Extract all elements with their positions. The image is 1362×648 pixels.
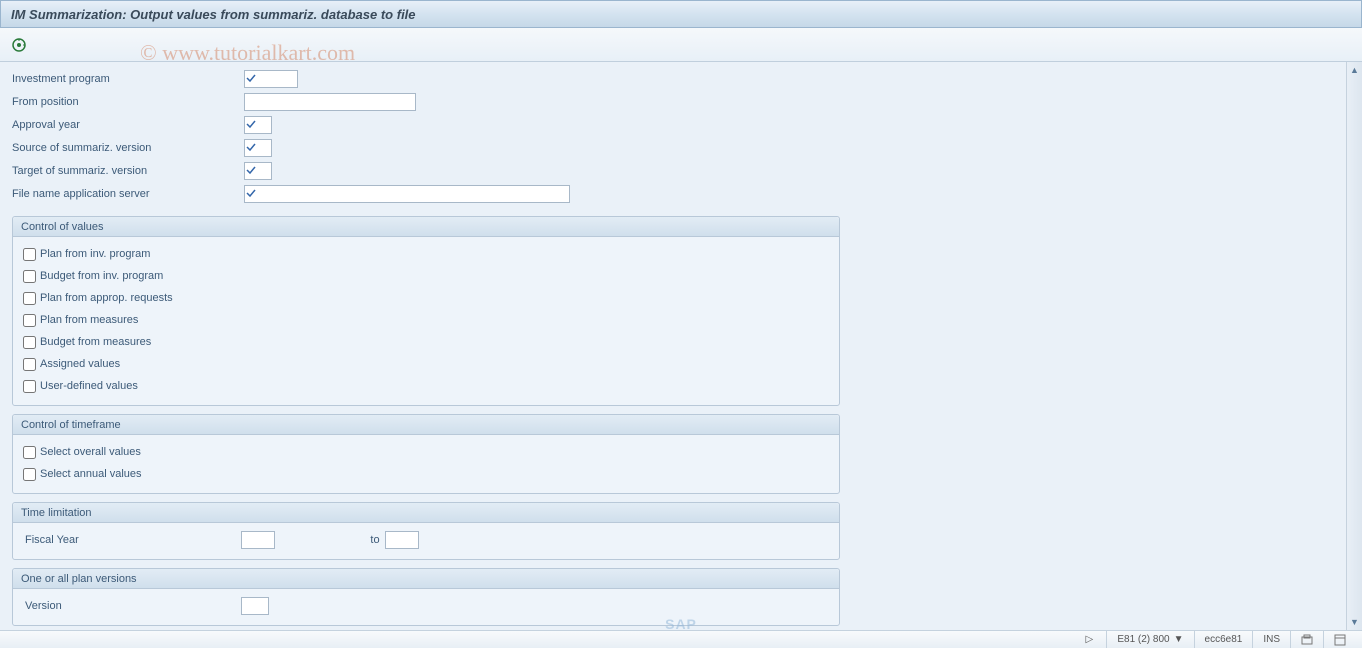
- status-nav-icon[interactable]: ▷: [1072, 631, 1106, 648]
- label-investment-program: Investment program: [12, 73, 244, 85]
- check-overall-values[interactable]: [23, 446, 36, 459]
- check-plan-measures[interactable]: [23, 314, 36, 327]
- approval-year-field[interactable]: [244, 116, 272, 134]
- label-approval-year: Approval year: [12, 119, 244, 131]
- status-system[interactable]: E81 (2) 800 ▼: [1106, 631, 1193, 648]
- label-annual-values: Select annual values: [40, 468, 142, 480]
- header-fields: Investment program From position Approva…: [0, 62, 1346, 208]
- file-name-field[interactable]: [244, 185, 570, 203]
- group-control-timeframe: Control of timeframe Select overall valu…: [12, 414, 840, 494]
- group-plan-versions: One or all plan versions Version: [12, 568, 840, 626]
- status-action2-icon[interactable]: [1323, 631, 1356, 648]
- investment-program-field[interactable]: [244, 70, 298, 88]
- check-user-defined[interactable]: [23, 380, 36, 393]
- label-plan-measures: Plan from measures: [40, 314, 138, 326]
- group-header-control-timeframe: Control of timeframe: [13, 415, 839, 435]
- status-action1-icon[interactable]: [1290, 631, 1323, 648]
- toolbar: [0, 28, 1362, 62]
- label-source-version: Source of summariz. version: [12, 142, 244, 154]
- label-target-version: Target of summariz. version: [12, 165, 244, 177]
- group-header-plan-versions: One or all plan versions: [13, 569, 839, 589]
- target-version-field[interactable]: [244, 162, 272, 180]
- dropdown-icon: ▼: [1174, 634, 1184, 645]
- group-control-values: Control of values Plan from inv. program…: [12, 216, 840, 406]
- label-budget-measures: Budget from measures: [40, 336, 151, 348]
- label-file-name: File name application server: [12, 188, 244, 200]
- group-header-time-limitation: Time limitation: [13, 503, 839, 523]
- label-budget-inv-program: Budget from inv. program: [40, 270, 163, 282]
- label-from-position: From position: [12, 96, 244, 108]
- content-area: Investment program From position Approva…: [0, 62, 1362, 630]
- label-overall-values: Select overall values: [40, 446, 141, 458]
- fiscal-year-to-field[interactable]: [385, 531, 419, 549]
- execute-button[interactable]: [8, 34, 30, 56]
- from-position-field[interactable]: [244, 93, 416, 111]
- label-to: to: [275, 534, 385, 546]
- scroll-down-icon[interactable]: ▼: [1348, 615, 1362, 629]
- label-plan-inv-program: Plan from inv. program: [40, 248, 150, 260]
- label-assigned-values: Assigned values: [40, 358, 120, 370]
- vertical-scrollbar[interactable]: ▲ ▼: [1346, 62, 1362, 630]
- group-header-control-values: Control of values: [13, 217, 839, 237]
- check-annual-values[interactable]: [23, 468, 36, 481]
- status-mode: INS: [1252, 631, 1290, 648]
- label-plan-approp: Plan from approp. requests: [40, 292, 173, 304]
- page-title: IM Summarization: Output values from sum…: [11, 7, 416, 22]
- label-fiscal-year: Fiscal Year: [23, 534, 241, 546]
- source-version-field[interactable]: [244, 139, 272, 157]
- check-assigned-values[interactable]: [23, 358, 36, 371]
- status-server: ecc6e81: [1194, 631, 1253, 648]
- check-budget-measures[interactable]: [23, 336, 36, 349]
- check-plan-approp[interactable]: [23, 292, 36, 305]
- execute-icon: [11, 37, 27, 53]
- check-plan-inv-program[interactable]: [23, 248, 36, 261]
- title-bar: IM Summarization: Output values from sum…: [0, 0, 1362, 28]
- group-time-limitation: Time limitation Fiscal Year to: [12, 502, 840, 560]
- check-budget-inv-program[interactable]: [23, 270, 36, 283]
- status-bar: ▷ E81 (2) 800 ▼ ecc6e81 INS: [0, 630, 1362, 648]
- version-field[interactable]: [241, 597, 269, 615]
- label-user-defined: User-defined values: [40, 380, 138, 392]
- fiscal-year-from-field[interactable]: [241, 531, 275, 549]
- label-version: Version: [23, 600, 241, 612]
- scroll-up-icon[interactable]: ▲: [1348, 63, 1362, 77]
